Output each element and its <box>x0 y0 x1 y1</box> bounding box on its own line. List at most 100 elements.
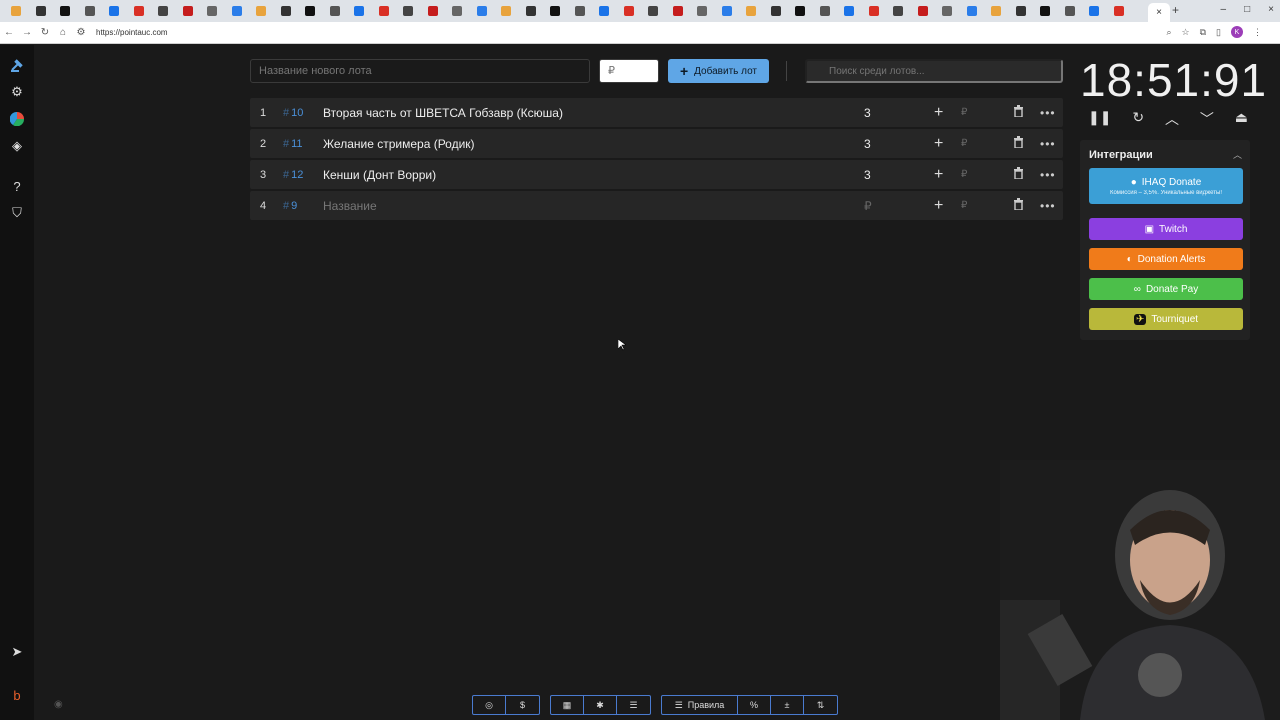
lot-name[interactable]: Кенши (Донт Ворри) <box>323 168 436 182</box>
telegram-icon[interactable]: ➤ <box>7 642 27 662</box>
github-icon[interactable]: ◎ <box>473 696 506 714</box>
reset-icon[interactable]: ↻ <box>1132 109 1144 129</box>
rub-icon[interactable]: ₽ <box>961 107 967 118</box>
tab-favicon[interactable] <box>764 0 789 22</box>
trash-icon[interactable] <box>1013 104 1024 122</box>
tab-favicon[interactable] <box>886 0 911 22</box>
help-icon[interactable]: ? <box>7 176 27 196</box>
tab-favicon[interactable] <box>200 0 225 22</box>
tab-close-icon[interactable]: × <box>1156 7 1162 18</box>
rub-icon[interactable]: ₽ <box>961 200 967 211</box>
pause-icon[interactable]: ❚❚ <box>1088 109 1111 129</box>
tab-favicon[interactable] <box>592 0 617 22</box>
dollar-icon[interactable]: $ <box>506 696 539 714</box>
rules-button[interactable]: ☰ Правила <box>662 696 738 714</box>
bug-icon[interactable]: ✱ <box>584 696 617 714</box>
tab-favicon[interactable] <box>494 0 519 22</box>
lot-amount[interactable]: 3 <box>864 137 871 151</box>
tab-favicon[interactable] <box>274 0 299 22</box>
tab-favicon[interactable] <box>1009 0 1034 22</box>
shield-check-icon[interactable]: ⛉ <box>7 203 27 223</box>
tab-favicon[interactable] <box>739 0 764 22</box>
lot-id[interactable]: #10 <box>283 107 303 119</box>
add-lot-button[interactable]: + Добавить лот <box>668 59 769 83</box>
twitch-button[interactable]: ▣ Twitch <box>1089 218 1243 240</box>
tab-favicon[interactable] <box>788 0 813 22</box>
tab-favicon[interactable] <box>1033 0 1058 22</box>
rub-icon[interactable]: ₽ <box>961 138 967 149</box>
tab-favicon[interactable] <box>298 0 323 22</box>
sort-icon[interactable]: ⇅ <box>804 696 837 714</box>
tab-favicon[interactable] <box>4 0 29 22</box>
ihaq-donate-button[interactable]: ● IHAQ Donate Комиссия – 3,5%. Уникальные… <box>1089 168 1243 204</box>
tab-favicon[interactable] <box>347 0 372 22</box>
add-amount-icon[interactable]: + <box>934 197 943 215</box>
tab-favicon[interactable] <box>102 0 127 22</box>
lot-id[interactable]: #12 <box>283 169 303 181</box>
sidebar-toggle-icon[interactable]: ▯ <box>1216 27 1221 38</box>
layers-icon[interactable]: ◈ <box>7 136 27 156</box>
more-options-icon[interactable]: ••• <box>1040 106 1056 120</box>
url-field[interactable]: https://pointauc.com <box>96 28 168 37</box>
wheel-chart-icon[interactable] <box>7 109 27 129</box>
tab-favicon[interactable] <box>151 0 176 22</box>
donate-pay-button[interactable]: ∞ Donate Pay <box>1089 278 1243 300</box>
close-window-button[interactable]: × <box>1268 4 1274 15</box>
lot-name[interactable]: Желание стримера (Родик) <box>323 137 475 151</box>
lot-name[interactable]: Вторая часть от ШВЕТСА Гобзавр (Ксюша) <box>323 106 563 120</box>
percent-icon[interactable]: % <box>738 696 771 714</box>
tab-favicon[interactable] <box>176 0 201 22</box>
tab-favicon[interactable] <box>641 0 666 22</box>
tab-favicon[interactable] <box>617 0 642 22</box>
tab-favicon[interactable] <box>78 0 103 22</box>
tab-favicon[interactable] <box>249 0 274 22</box>
tab-favicon[interactable] <box>666 0 691 22</box>
maximize-button[interactable]: □ <box>1244 4 1250 15</box>
lot-id[interactable]: #9 <box>283 200 297 212</box>
chevron-down-icon[interactable]: ﹀ <box>1200 109 1214 129</box>
bookmark-star-icon[interactable]: ☆ <box>1182 27 1190 38</box>
tab-favicon[interactable] <box>519 0 544 22</box>
profile-avatar[interactable]: K <box>1231 26 1243 38</box>
tab-favicon[interactable] <box>813 0 838 22</box>
collapse-icon[interactable]: ︿ <box>1233 148 1242 161</box>
reload-icon[interactable]: ↻ <box>36 27 54 38</box>
browser-menu-icon[interactable]: ⋮ <box>1253 27 1262 38</box>
tab-favicon[interactable] <box>1082 0 1107 22</box>
more-options-icon[interactable]: ••• <box>1040 168 1056 182</box>
zoom-icon[interactable]: ⌕ <box>1166 27 1171 38</box>
tab-favicon[interactable] <box>984 0 1009 22</box>
trash-icon[interactable] <box>1013 166 1024 184</box>
add-amount-icon[interactable]: + <box>934 166 943 184</box>
trash-icon[interactable] <box>1013 197 1024 215</box>
tab-favicon[interactable] <box>396 0 421 22</box>
new-lot-amount-input[interactable] <box>599 59 659 83</box>
trash-icon[interactable] <box>1013 135 1024 153</box>
tab-favicon[interactable] <box>372 0 397 22</box>
back-icon[interactable]: ← <box>0 27 18 38</box>
tab-favicon[interactable] <box>29 0 54 22</box>
tab-favicon[interactable] <box>225 0 250 22</box>
tab-favicon[interactable] <box>53 0 78 22</box>
new-tab-button[interactable]: + <box>1172 3 1179 17</box>
lot-amount[interactable]: ₽ <box>864 199 872 213</box>
tab-favicon[interactable] <box>911 0 936 22</box>
tab-favicon[interactable] <box>715 0 740 22</box>
minimize-button[interactable]: – <box>1221 4 1227 15</box>
chevron-up-icon[interactable]: ︿ <box>1165 109 1179 129</box>
lot-amount[interactable]: 3 <box>864 106 871 120</box>
more-options-icon[interactable]: ••• <box>1040 137 1056 151</box>
more-options-icon[interactable]: ••• <box>1040 199 1056 213</box>
split-icon[interactable]: ± <box>771 696 804 714</box>
tab-favicon[interactable] <box>543 0 568 22</box>
tab-favicon[interactable] <box>837 0 862 22</box>
auction-hammer-icon[interactable] <box>7 55 27 75</box>
extensions-icon[interactable]: ⧉ <box>1200 27 1206 38</box>
add-amount-icon[interactable]: + <box>934 104 943 122</box>
eject-icon[interactable]: ⏏ <box>1235 109 1248 129</box>
tab-favicon[interactable] <box>935 0 960 22</box>
site-info-icon[interactable]: ⚙ <box>72 27 90 38</box>
donation-alerts-button[interactable]: ◐ Donation Alerts <box>1089 248 1243 270</box>
settings-gear-icon[interactable]: ⚙ <box>7 82 27 102</box>
tab-favicon[interactable] <box>470 0 495 22</box>
